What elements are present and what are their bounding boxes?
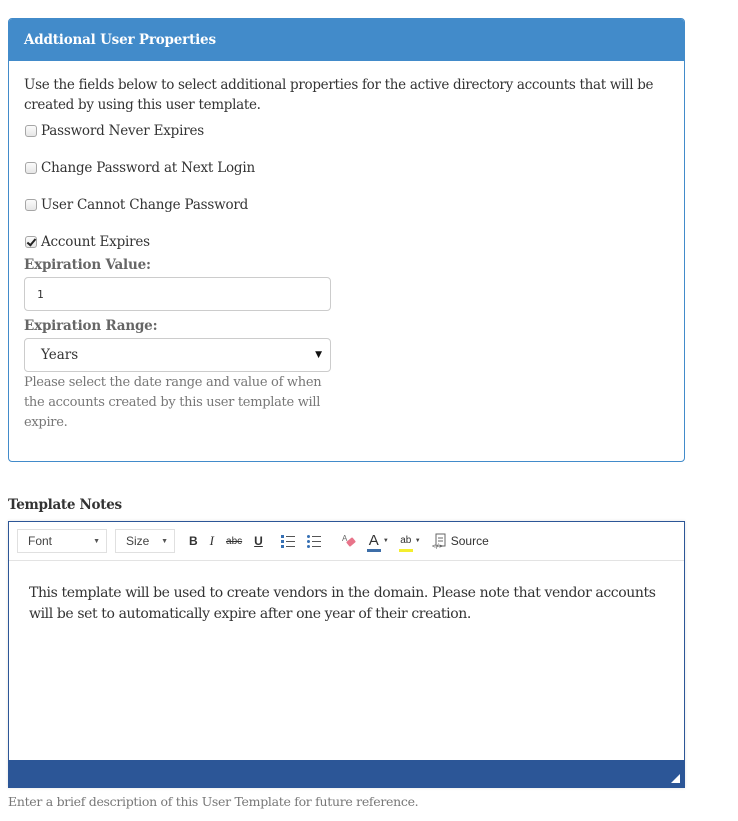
bold-button[interactable]: B	[189, 534, 198, 548]
checkbox-password-never-expires[interactable]: Password Never Expires	[24, 121, 669, 141]
expiration-value-input[interactable]: 1	[24, 277, 331, 311]
checkbox-label: Password Never Expires	[41, 123, 205, 139]
caret-down-icon: ▼	[93, 537, 100, 545]
text-color-icon: A	[366, 533, 381, 552]
highlight-color-icon: ab	[398, 534, 413, 552]
checkbox-account-expires[interactable]: Account Expires	[24, 232, 669, 252]
checkbox[interactable]	[25, 199, 37, 211]
template-notes-help: Enter a brief description of this User T…	[8, 794, 419, 809]
checkbox-checked[interactable]	[25, 236, 37, 248]
expiration-range-select[interactable]: Years ▼	[24, 338, 331, 372]
size-combo[interactable]: Size ▼	[115, 529, 175, 553]
checkbox-change-password-next-login[interactable]: Change Password at Next Login	[24, 158, 669, 178]
editor-toolbar: Font ▼ Size ▼ B I abc U A A ▼ ab ▼ </> S…	[9, 522, 684, 561]
expiration-value-label: Expiration Value:	[24, 257, 151, 273]
expiration-range-label: Expiration Range:	[24, 318, 158, 334]
caret-down-icon: ▼	[382, 538, 389, 544]
italic-button[interactable]: I	[210, 533, 214, 549]
caret-down-icon: ▼	[161, 537, 168, 545]
dropdown-arrow-icon: ▼	[315, 350, 322, 360]
expiration-value-text: 1	[37, 287, 44, 301]
rich-text-editor: Font ▼ Size ▼ B I abc U A A ▼ ab ▼ </> S…	[8, 521, 685, 788]
svg-text:</>: </>	[432, 543, 443, 549]
checkbox[interactable]	[25, 162, 37, 174]
underline-button[interactable]: U	[254, 534, 263, 548]
source-button[interactable]: </> Source	[432, 533, 489, 549]
source-code-icon: </>	[432, 533, 446, 549]
font-combo-label: Font	[28, 534, 53, 548]
checkbox-label: User Cannot Change Password	[41, 197, 249, 213]
panel-title: Addtional User Properties	[9, 19, 684, 61]
text-color-button[interactable]: A ▼	[366, 533, 389, 552]
template-notes-label: Template Notes	[8, 497, 122, 513]
strikethrough-button[interactable]: abc	[226, 536, 242, 547]
checkbox[interactable]	[25, 125, 37, 137]
panel-intro: Use the fields below to select additiona…	[24, 77, 654, 113]
additional-user-properties-panel: Addtional User Properties Use the fields…	[8, 18, 685, 462]
checkbox-label: Change Password at Next Login	[41, 160, 255, 176]
font-combo[interactable]: Font ▼	[17, 529, 107, 553]
expiration-help-text: Please select the date range and value o…	[24, 375, 322, 430]
expiration-range-value: Years	[41, 347, 79, 363]
numbered-list-icon[interactable]	[280, 534, 295, 548]
checkbox-user-cannot-change-password[interactable]: User Cannot Change Password	[24, 195, 669, 215]
background-color-button[interactable]: ab ▼	[398, 534, 421, 552]
panel-body: Use the fields below to select additiona…	[9, 61, 684, 433]
resize-handle-icon[interactable]	[671, 774, 680, 783]
caret-down-icon: ▼	[414, 538, 421, 544]
editor-content[interactable]: This template will be used to create ven…	[9, 561, 684, 760]
remove-format-icon[interactable]: A	[341, 533, 357, 549]
editor-statusbar	[9, 760, 684, 787]
bulleted-list-icon[interactable]	[306, 534, 321, 548]
source-label: Source	[450, 534, 489, 548]
size-combo-label: Size	[126, 534, 150, 548]
checkbox-label: Account Expires	[41, 234, 150, 250]
